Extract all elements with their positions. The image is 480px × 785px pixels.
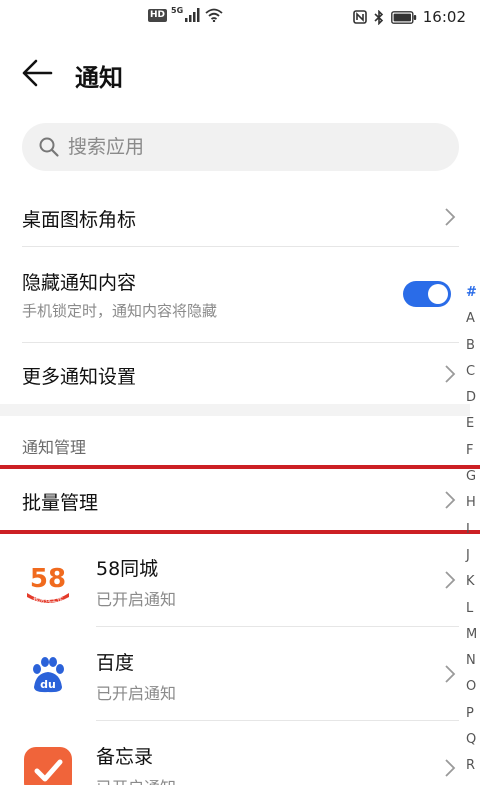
hd-badge: HD xyxy=(148,8,168,22)
divider xyxy=(22,342,459,343)
desktop-badge-label: 桌面图标角标 xyxy=(22,209,137,231)
alphabet-index-letter[interactable]: B xyxy=(466,333,480,359)
page-title: 通知 xyxy=(75,64,123,92)
alphabet-index-letter[interactable]: E xyxy=(466,411,480,437)
alphabet-index-letter[interactable]: G xyxy=(466,464,480,490)
highlight-line-bottom xyxy=(0,530,480,534)
58-icon-text: 58 xyxy=(30,564,66,594)
alphabet-index-letter[interactable]: H xyxy=(466,490,480,516)
alphabet-index-letter[interactable]: A xyxy=(466,306,480,332)
app-row-baidu[interactable]: du 百度 已开启通知 xyxy=(0,634,480,720)
app-name: 百度 xyxy=(96,652,135,674)
alphabet-index-letter[interactable]: L xyxy=(466,596,480,622)
battery-icon xyxy=(390,10,416,24)
section-label: 通知管理 xyxy=(22,438,87,457)
notes-app-icon xyxy=(24,747,72,785)
alphabet-index-letter[interactable]: # xyxy=(466,280,480,306)
bluetooth-icon xyxy=(374,9,383,25)
alphabet-index-letter[interactable]: O xyxy=(466,674,480,700)
search-icon xyxy=(39,137,59,157)
nfc-icon xyxy=(352,10,367,24)
section-gap xyxy=(0,404,470,416)
back-arrow-icon[interactable] xyxy=(20,58,54,88)
status-time: 16:02 xyxy=(422,8,466,26)
signal-icon xyxy=(185,8,200,22)
search-input[interactable] xyxy=(68,136,428,158)
search-bar[interactable] xyxy=(22,123,459,171)
desktop-badge-row[interactable]: 桌面图标角标 xyxy=(0,192,480,246)
divider xyxy=(22,246,459,247)
batch-manage-row[interactable]: 批量管理 xyxy=(0,472,480,528)
5g-label: 5G xyxy=(171,5,184,15)
alphabet-index-letter[interactable]: M xyxy=(466,622,480,648)
chevron-right-icon xyxy=(445,571,456,589)
alphabet-index-letter[interactable]: K xyxy=(466,569,480,595)
status-bar-right-icons: 16:02 xyxy=(352,8,466,26)
toggle-knob xyxy=(428,284,448,304)
alphabet-index-letter[interactable]: F xyxy=(466,438,480,464)
58-tongcheng-app-icon: 58 找房找工作 xyxy=(24,557,72,605)
divider xyxy=(96,720,459,721)
58-icon-caption: 找房找工作 xyxy=(33,596,63,604)
hide-content-label: 隐藏通知内容 xyxy=(22,272,137,294)
wifi-icon xyxy=(205,8,223,22)
alphabet-index-letter[interactable]: R xyxy=(466,753,480,779)
alphabet-index-letter[interactable]: P xyxy=(466,701,480,727)
app-name: 备忘录 xyxy=(96,746,154,768)
status-bar-left-icons: HD 5G xyxy=(148,5,223,22)
app-status: 已开启通知 xyxy=(96,684,177,703)
status-bar: HD 5G 16:02 xyxy=(0,0,480,38)
app-status: 已开启通知 xyxy=(96,590,177,609)
alphabet-index-letter[interactable]: Q xyxy=(466,727,480,753)
hide-content-description: 手机锁定时，通知内容将隐藏 xyxy=(22,302,218,320)
more-settings-row[interactable]: 更多通知设置 xyxy=(0,350,480,402)
more-settings-label: 更多通知设置 xyxy=(22,366,137,388)
header: 通知 xyxy=(0,48,480,102)
alphabet-index-letter[interactable]: D xyxy=(466,385,480,411)
alphabet-index[interactable]: # A B C D E F G H I J K L M N O P Q R xyxy=(466,280,480,780)
chevron-right-icon xyxy=(445,665,456,683)
baidu-icon-text: du xyxy=(40,678,56,691)
baidu-app-icon: du xyxy=(24,651,72,699)
alphabet-index-letter[interactable]: J xyxy=(466,543,480,569)
app-name: 58同城 xyxy=(96,558,159,580)
chevron-right-icon xyxy=(445,759,456,777)
divider xyxy=(96,626,459,627)
batch-manage-label: 批量管理 xyxy=(22,492,99,514)
app-status: 已开启通知 xyxy=(96,774,176,785)
app-row-58tongcheng[interactable]: 58 找房找工作 58同城 已开启通知 xyxy=(0,540,480,626)
chevron-right-icon xyxy=(445,491,456,509)
alphabet-index-letter[interactable]: I xyxy=(466,517,480,543)
hide-content-toggle[interactable] xyxy=(403,281,451,307)
alphabet-index-letter[interactable]: N xyxy=(466,648,480,674)
chevron-right-icon xyxy=(445,208,456,226)
alphabet-index-letter[interactable]: C xyxy=(466,359,480,385)
highlight-line-top xyxy=(0,465,480,469)
chevron-right-icon xyxy=(445,365,456,383)
app-row-notes[interactable]: 备忘录 已开启通知 xyxy=(0,728,480,785)
